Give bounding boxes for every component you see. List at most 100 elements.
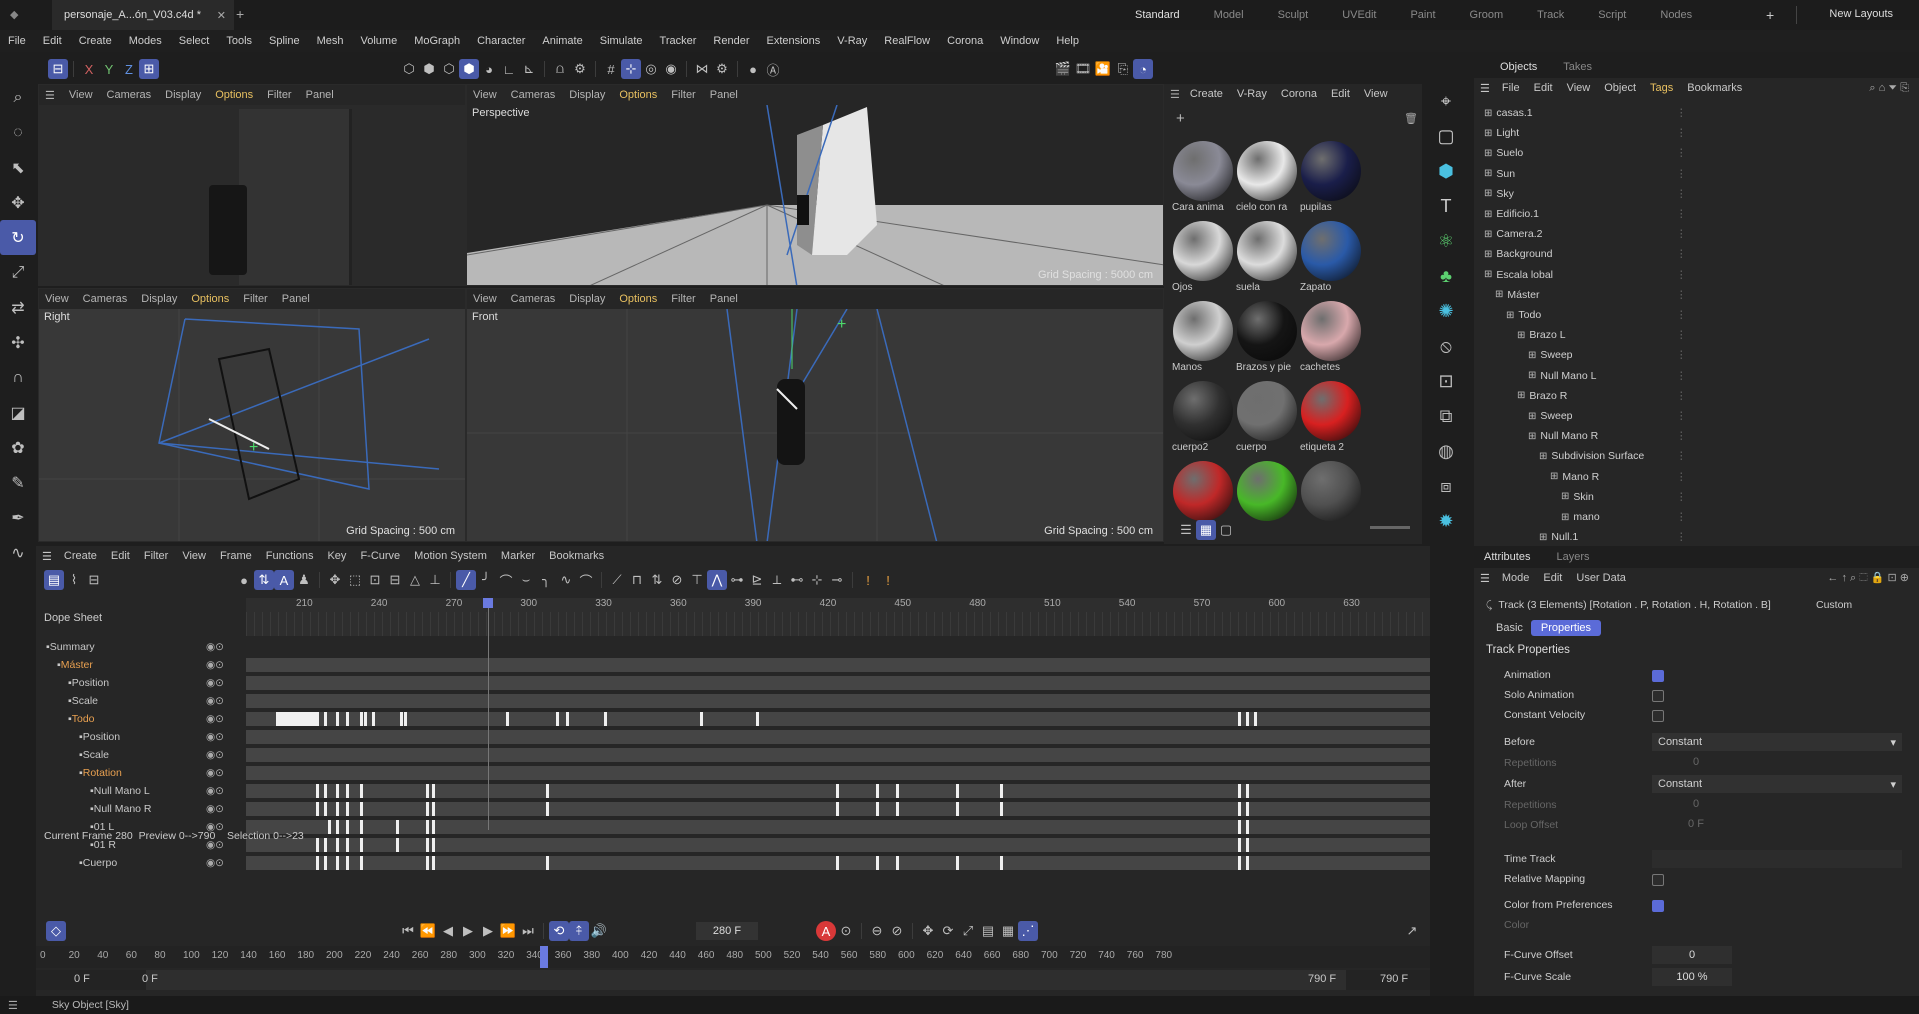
frame-ruler[interactable]: 210 240 270 300 330 360 390 420 450 480 510 540 570 6… <box>246 598 1430 612</box>
layer2-icon[interactable]: ⊵ <box>747 570 767 590</box>
solo-checkbox[interactable] <box>1652 690 1664 702</box>
marker-icon[interactable]: ! <box>858 570 878 590</box>
snap-settings-icon[interactable]: ⚙ <box>570 59 590 79</box>
fill-icon[interactable]: ◪ <box>0 395 36 430</box>
previous-key-icon[interactable]: ⏪ <box>418 921 438 941</box>
object-flags[interactable]: ⋮ <box>1676 228 1687 240</box>
tab-attributes[interactable]: Attributes <box>1484 551 1530 563</box>
add-material-icon[interactable]: + <box>1176 110 1185 127</box>
object-flags[interactable]: ⋮ <box>1676 450 1687 462</box>
text-icon[interactable]: T <box>1424 189 1468 224</box>
pen-icon[interactable]: ✒ <box>0 500 36 535</box>
object-row[interactable]: ⊞ Sweep ⋮ <box>1474 407 1919 425</box>
square-icon[interactable]: ▢ <box>1424 119 1468 154</box>
transform-icon[interactable]: ⇄ <box>0 290 36 325</box>
keyframe[interactable] <box>1238 838 1241 852</box>
visibility-icon[interactable]: ◉⊙ <box>206 659 224 671</box>
object-row[interactable]: ⊞ Brazo L ⋮ <box>1474 326 1919 344</box>
camera2-icon[interactable]: ⧈ <box>1424 469 1468 504</box>
keyframe[interactable] <box>426 802 429 816</box>
menu-view[interactable]: View <box>473 89 497 101</box>
motion-mode-icon[interactable]: ⊟ <box>84 570 104 590</box>
keyframe[interactable] <box>432 802 435 816</box>
keyframe[interactable] <box>426 820 429 834</box>
uv-mode-icon[interactable]: ∟ <box>499 59 519 79</box>
go-to-start-icon[interactable]: ⏮ <box>398 921 418 941</box>
keyframe[interactable] <box>324 802 327 816</box>
y-axis-icon[interactable]: Y <box>99 59 119 79</box>
layout-uvedit[interactable]: UVEdit <box>1325 9 1393 21</box>
menu-filter[interactable]: Filter <box>267 89 291 101</box>
keyframe[interactable] <box>404 712 407 726</box>
material-swatch[interactable]: suela <box>1236 220 1298 296</box>
keyframe[interactable] <box>1000 802 1003 816</box>
menu-corona[interactable]: Corona <box>1281 88 1317 100</box>
menu-filter[interactable]: Filter <box>671 89 695 101</box>
scene-icon[interactable]: ⊡ <box>1424 364 1468 399</box>
keyframe[interactable] <box>360 712 363 726</box>
object-flags[interactable]: ⋮ <box>1676 208 1687 220</box>
model-mode-icon[interactable]: ⬢ <box>459 59 479 79</box>
menu-character[interactable]: Character <box>477 35 525 47</box>
viewport-hamburger-icon[interactable]: ☰ <box>45 89 55 102</box>
menu-display[interactable]: Display <box>141 293 177 305</box>
close-icon[interactable]: ✕ <box>217 9 226 22</box>
layer4-icon[interactable]: ⊷ <box>787 570 807 590</box>
keyframe[interactable] <box>1246 712 1249 726</box>
expand-icon[interactable]: ↗ <box>1402 921 1422 941</box>
move-keys-icon[interactable]: ✥ <box>325 570 345 590</box>
menu-view[interactable]: View <box>473 293 497 305</box>
object-flags[interactable]: ⋮ <box>1676 531 1687 543</box>
menu-corona[interactable]: Corona <box>947 35 983 47</box>
link-icon[interactable]: ⊘ <box>667 570 687 590</box>
hamburger-icon[interactable]: ☰ <box>42 550 52 563</box>
keyframe[interactable] <box>336 856 339 870</box>
keyframe[interactable] <box>546 784 549 798</box>
keyframe[interactable] <box>316 784 319 798</box>
key-track[interactable] <box>246 766 1430 780</box>
keyframe[interactable] <box>336 820 339 834</box>
object-flags[interactable]: ⋮ <box>1676 349 1687 361</box>
menu-filter[interactable]: Filter <box>243 293 267 305</box>
clamp-icon[interactable]: ⌒ <box>576 570 596 590</box>
cube-icon[interactable]: ⬢ <box>1424 154 1468 189</box>
magnet-icon[interactable]: ∩ <box>0 360 36 395</box>
keyframe[interactable] <box>360 856 363 870</box>
menu-realflow[interactable]: RealFlow <box>884 35 930 47</box>
keyframe[interactable] <box>346 856 349 870</box>
visibility-icon[interactable]: ◉⊙ <box>206 749 224 761</box>
start-frame-2[interactable]: 0 F <box>142 973 158 985</box>
object-row[interactable]: ⊞ Escala lobal ⋮ <box>1474 266 1919 284</box>
track-row[interactable]: ▪ Cuerpo ◉⊙ <box>36 854 246 872</box>
object-flags[interactable]: ⋮ <box>1676 248 1687 260</box>
key-track[interactable] <box>246 676 1430 690</box>
marker-strip[interactable] <box>246 612 1430 636</box>
menu-user-data[interactable]: User Data <box>1576 572 1626 584</box>
object-row[interactable]: ⊞ casas.1 ⋮ <box>1474 104 1919 122</box>
keyframe[interactable] <box>316 838 319 852</box>
interactive-render-icon[interactable]: ◔ <box>1133 59 1153 79</box>
tl-menu-frame[interactable]: Frame <box>220 550 252 562</box>
material-swatch[interactable] <box>1300 460 1362 536</box>
material-swatch[interactable]: etiqueta 2 <box>1300 380 1362 456</box>
material-swatch[interactable]: Zapato <box>1300 220 1362 296</box>
render-to-picture-viewer-icon[interactable]: 🎞 <box>1073 59 1093 79</box>
menu-options[interactable]: Options <box>191 293 229 305</box>
layout-groom[interactable]: Groom <box>1453 9 1521 21</box>
keyframe[interactable] <box>546 802 549 816</box>
viewport-camera[interactable]: ☰ View Cameras Display Options Filter Pa… <box>38 84 466 286</box>
brush-icon[interactable]: ✎ <box>0 465 36 500</box>
bottom-playhead[interactable] <box>540 946 548 968</box>
track-row[interactable]: ▪ Null Mano R ◉⊙ <box>36 800 246 818</box>
spline-icon[interactable]: ∿ <box>0 535 36 570</box>
visibility-icon[interactable]: ◉⊙ <box>206 803 224 815</box>
keyframe[interactable] <box>566 712 569 726</box>
keyframe[interactable] <box>896 802 899 816</box>
object-flags[interactable]: ⋮ <box>1676 127 1687 139</box>
keyframe[interactable] <box>1246 784 1249 798</box>
autokey-icon[interactable]: ⊙ <box>836 921 856 941</box>
ease-icon[interactable]: ⌒ <box>496 570 516 590</box>
before-dropdown[interactable]: Constant ▾ <box>1652 733 1902 751</box>
keyframe[interactable] <box>360 802 363 816</box>
menu-display[interactable]: Display <box>569 293 605 305</box>
